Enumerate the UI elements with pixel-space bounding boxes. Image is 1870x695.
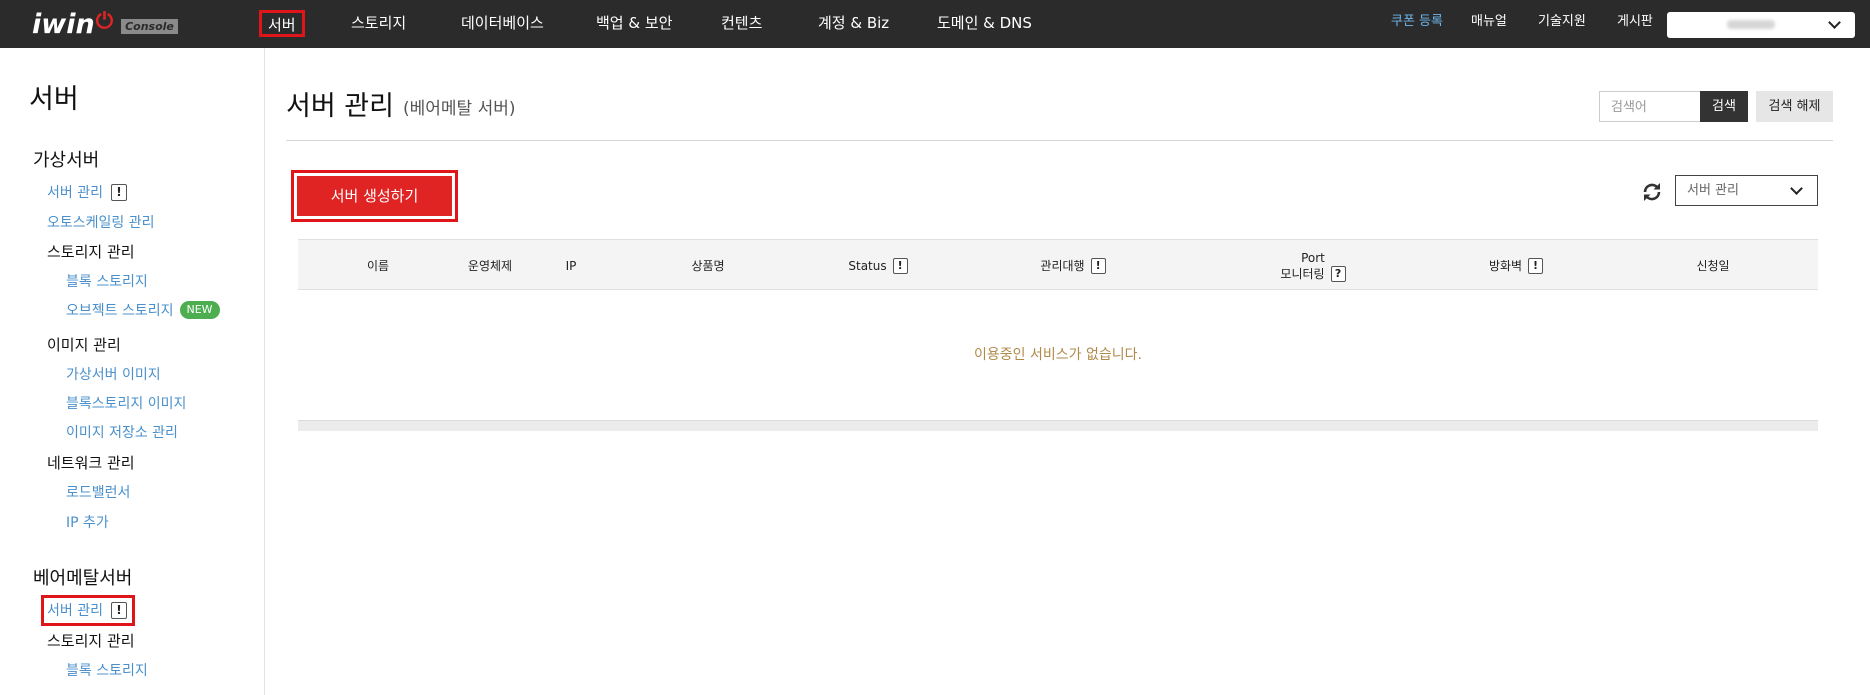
info-icon[interactable]: ! — [1528, 257, 1544, 274]
sidebar-item-virtual-server-mgmt[interactable]: 서버 관리 ! — [47, 182, 127, 202]
sidebar: 서버 가상서버 서버 관리 ! 오토스케일링 관리 스토리지 관리 블록 스토리… — [0, 48, 265, 695]
sidebar-item-block-storage[interactable]: 블록 스토리지 — [66, 271, 148, 291]
chevron-down-icon — [1828, 16, 1841, 29]
column-status: Status ! — [818, 240, 938, 291]
column-managed: 관리대행 ! — [1008, 240, 1138, 291]
nav-storage[interactable]: 스토리지 — [351, 0, 406, 48]
column-port-monitoring: Port 모니터링 ? — [1253, 240, 1373, 291]
sidebar-heading-virtual-server: 가상서버 — [33, 150, 100, 171]
sidebar-subheading-storage: 스토리지 관리 — [47, 243, 135, 261]
sidebar-item-image-repo[interactable]: 이미지 저장소 관리 — [66, 422, 178, 442]
logo-power-icon: ⏻ — [95, 8, 114, 34]
console-badge: Console — [121, 19, 178, 34]
sidebar-subheading-baremetal-storage: 스토리지 관리 — [47, 632, 135, 650]
sidebar-item-autoscaling[interactable]: 오토스케일링 관리 — [47, 212, 155, 232]
refresh-icon[interactable] — [1640, 180, 1664, 204]
search-button[interactable]: 검색 — [1700, 91, 1748, 122]
nav-server[interactable]: 서버 — [259, 10, 305, 37]
logo-text: iwin — [32, 8, 95, 40]
sidebar-item-label: 오브젝트 스토리지 — [66, 303, 174, 319]
manual-link[interactable]: 매뉴얼 — [1471, 0, 1507, 44]
column-port-label: Port — [1301, 250, 1325, 265]
column-firewall-label: 방화벽 — [1488, 259, 1523, 273]
sidebar-title: 서버 — [29, 84, 79, 115]
sidebar-heading-baremetal-server: 베어메탈서버 — [33, 568, 133, 589]
column-status-label: Status — [848, 258, 887, 273]
iwin-logo[interactable]: iwin ⏻ Console — [32, 8, 178, 40]
sidebar-item-add-ip[interactable]: IP 추가 — [66, 512, 109, 532]
column-name: 이름 — [366, 259, 390, 273]
top-navigation-bar: iwin ⏻ Console 서버 스토리지 데이터베이스 백업 & 보안 컨텐… — [0, 0, 1870, 48]
page-subtitle: (베어메탈 서버) — [403, 99, 516, 119]
nav-domain-dns[interactable]: 도메인 & DNS — [937, 0, 1032, 48]
sidebar-item-load-balancer[interactable]: 로드밸런서 — [66, 482, 130, 502]
chevron-down-icon — [1790, 182, 1803, 195]
column-ip: IP — [565, 258, 577, 273]
info-icon[interactable]: ! — [110, 183, 127, 201]
sidebar-item-baremetal-block-storage[interactable]: 블록 스토리지 — [66, 660, 148, 680]
sidebar-subheading-network: 네트워크 관리 — [47, 454, 135, 472]
sidebar-item-virtual-image[interactable]: 가상서버 이미지 — [66, 364, 161, 384]
empty-table-message: 이용중인 서비스가 없습니다. — [974, 347, 1142, 363]
column-product: 상품명 — [691, 259, 725, 273]
help-icon[interactable]: ? — [1330, 265, 1346, 282]
filter-select-value: 서버 관리 — [1687, 183, 1739, 198]
info-icon[interactable]: ! — [892, 257, 908, 274]
table-footer — [298, 420, 1818, 431]
column-firewall: 방화벽 ! — [1466, 240, 1566, 291]
column-os: 운영체제 — [467, 259, 513, 273]
title-divider — [286, 140, 1833, 141]
sidebar-item-baremetal-server-mgmt[interactable]: 서버 관리 ! — [47, 600, 127, 620]
info-icon[interactable]: ! — [110, 601, 127, 619]
sidebar-item-block-image[interactable]: 블록스토리지 이미지 — [66, 393, 186, 413]
board-link[interactable]: 게시판 — [1617, 0, 1653, 44]
table-header: 이름 운영체제 IP 상품명 Status ! 관리대행 ! Port 모니터링… — [298, 239, 1818, 290]
nav-account-biz[interactable]: 계정 & Biz — [818, 0, 889, 48]
account-name-redacted — [1727, 20, 1775, 29]
filter-select[interactable]: 서버 관리 — [1675, 175, 1818, 206]
search-reset-button[interactable]: 검색 해제 — [1756, 91, 1833, 122]
sidebar-item-object-storage[interactable]: 오브젝트 스토리지 NEW — [66, 300, 220, 320]
create-button-highlight: 서버 생성하기 — [291, 170, 458, 222]
column-date: 신청일 — [1696, 259, 1730, 273]
coupon-link[interactable]: 쿠폰 등록 — [1391, 0, 1443, 44]
nav-contents[interactable]: 컨텐츠 — [721, 0, 762, 48]
nav-database[interactable]: 데이터베이스 — [461, 0, 544, 48]
search-input[interactable] — [1599, 91, 1700, 122]
info-icon[interactable]: ! — [1090, 257, 1106, 274]
nav-backup-security[interactable]: 백업 & 보안 — [596, 0, 672, 48]
column-monitoring-label: 모니터링 — [1280, 266, 1325, 281]
tech-support-link[interactable]: 기술지원 — [1538, 0, 1586, 44]
sidebar-item-label: 서버 관리 — [47, 603, 103, 619]
new-badge: NEW — [179, 301, 220, 319]
sidebar-subheading-image: 이미지 관리 — [47, 336, 121, 354]
sidebar-item-label: 서버 관리 — [47, 185, 103, 201]
column-managed-label: 관리대행 — [1040, 259, 1085, 273]
page-title: 서버 관리 — [286, 91, 394, 122]
account-select[interactable] — [1667, 12, 1855, 38]
create-server-button[interactable]: 서버 생성하기 — [297, 176, 452, 216]
